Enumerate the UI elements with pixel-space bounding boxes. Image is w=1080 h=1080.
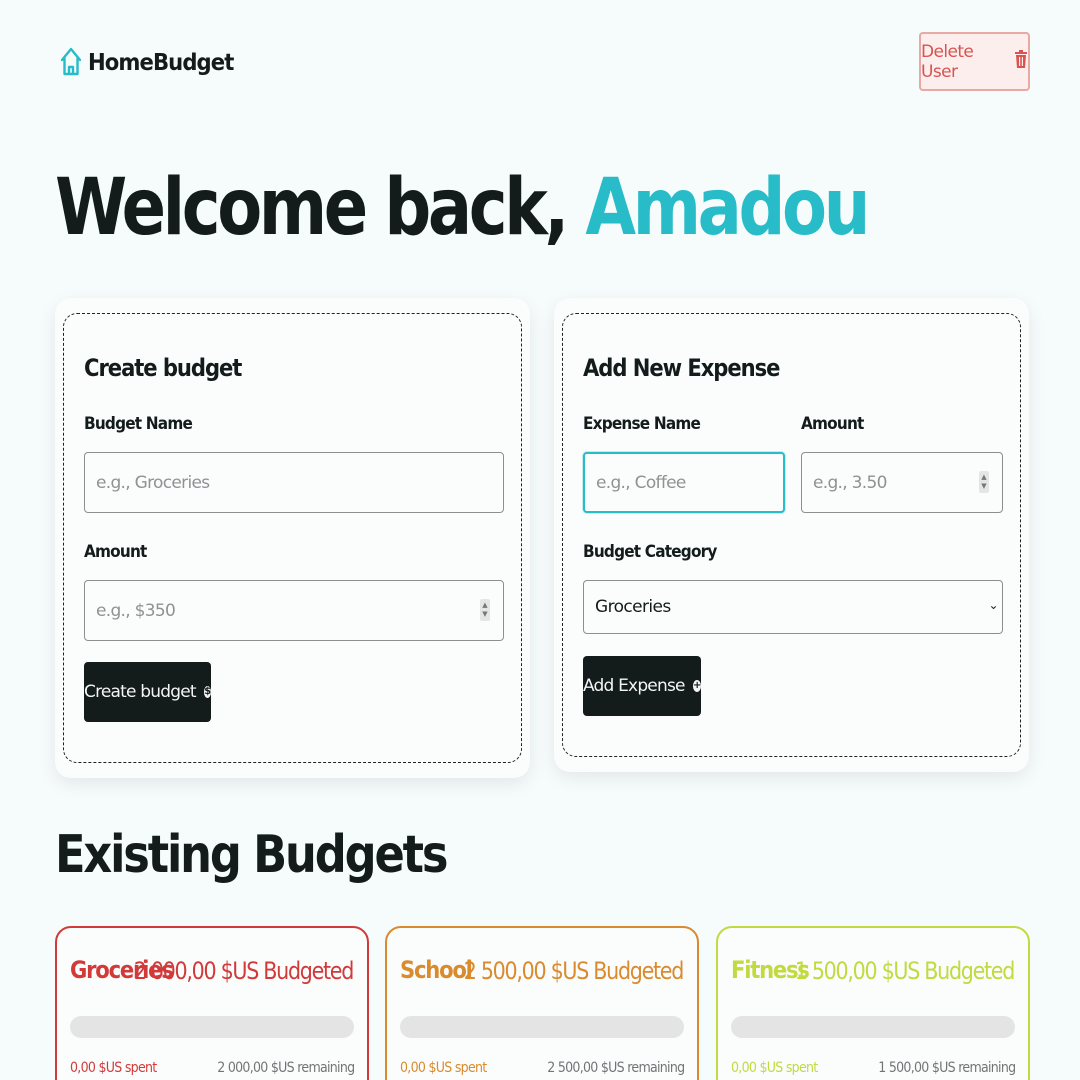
add-expense-title: Add New Expense [583, 354, 780, 382]
budget-budgeted: 1 500,00 $US Budgeted [794, 957, 1016, 985]
expense-name-label: Expense Name [583, 414, 701, 434]
budget-amount-stepper[interactable]: ▲ ▼ [480, 599, 490, 621]
expense-amount-label: Amount [801, 414, 864, 434]
trash-icon [1014, 49, 1028, 74]
budget-budgeted: 2 500,00 $US Budgeted [463, 957, 685, 985]
delete-user-label: Delete User [921, 41, 974, 82]
budget-name-input[interactable] [84, 452, 504, 513]
welcome-prefix: Welcome back, [55, 163, 569, 253]
expense-amount-stepper[interactable]: ▲ ▼ [979, 471, 989, 493]
budget-category-value: Groceries [595, 597, 671, 617]
budget-spent: 0,00 $US spent [70, 1060, 157, 1076]
budget-category-select[interactable]: Groceries ⌄ [583, 580, 1003, 634]
budget-remaining: 2 000,00 $US remaining [216, 1060, 355, 1076]
expense-name-input[interactable] [583, 452, 785, 513]
budget-amount-input[interactable] [84, 580, 504, 641]
chevron-down-icon: ⌄ [988, 598, 999, 612]
plus-circle-icon: + [692, 680, 701, 692]
delete-user-button[interactable]: Delete User [919, 32, 1030, 91]
expense-amount-input[interactable] [801, 452, 1003, 513]
budget-amount-label: Amount [84, 542, 147, 562]
welcome-heading: Welcome back, Amadou [55, 158, 870, 258]
user-name: Amadou [585, 163, 870, 253]
app-name: HomeBudget [88, 50, 234, 76]
budget-category-label: Budget Category [583, 542, 717, 562]
budget-spent: 0,00 $US spent [400, 1060, 487, 1076]
dollar-circle-icon: $ [203, 686, 211, 698]
budget-budgeted: 2 000,00 $US Budgeted [133, 957, 355, 985]
create-budget-button-label: Create budget [84, 682, 197, 702]
budget-progress-bar [400, 1016, 684, 1038]
existing-budgets-title: Existing Budgets [55, 825, 448, 885]
add-expense-card: Add New Expense Expense Name Amount ▲▼ B… [554, 298, 1029, 772]
add-expense-button-label: Add Expense [583, 676, 685, 696]
budget-progress-bar [731, 1016, 1015, 1038]
create-budget-card: Create budget Budget Name Amount ▲▼ Crea… [55, 298, 530, 778]
budget-card-fitness[interactable]: Fitness 1 500,00 $US Budgeted 0,00 $US s… [716, 926, 1030, 1080]
budget-name-label: Budget Name [84, 414, 193, 434]
create-budget-title: Create budget [84, 354, 242, 382]
budget-spent: 0,00 $US spent [731, 1060, 818, 1076]
budget-remaining: 1 500,00 $US remaining [877, 1060, 1016, 1076]
add-expense-button[interactable]: Add Expense + [583, 656, 701, 716]
create-budget-button[interactable]: Create budget $ [84, 662, 211, 722]
budget-remaining: 2 500,00 $US remaining [546, 1060, 685, 1076]
home-icon [60, 44, 82, 82]
budget-name: School [400, 956, 473, 984]
budget-progress-bar [70, 1016, 354, 1038]
add-expense-form: Add New Expense Expense Name Amount ▲▼ B… [562, 313, 1021, 757]
create-budget-form: Create budget Budget Name Amount ▲▼ Crea… [63, 313, 522, 763]
app-logo[interactable]: HomeBudget [60, 44, 246, 82]
budget-card-groceries[interactable]: Groceries 2 000,00 $US Budgeted 0,00 $US… [55, 926, 369, 1080]
budget-card-school[interactable]: School 2 500,00 $US Budgeted 0,00 $US sp… [385, 926, 699, 1080]
